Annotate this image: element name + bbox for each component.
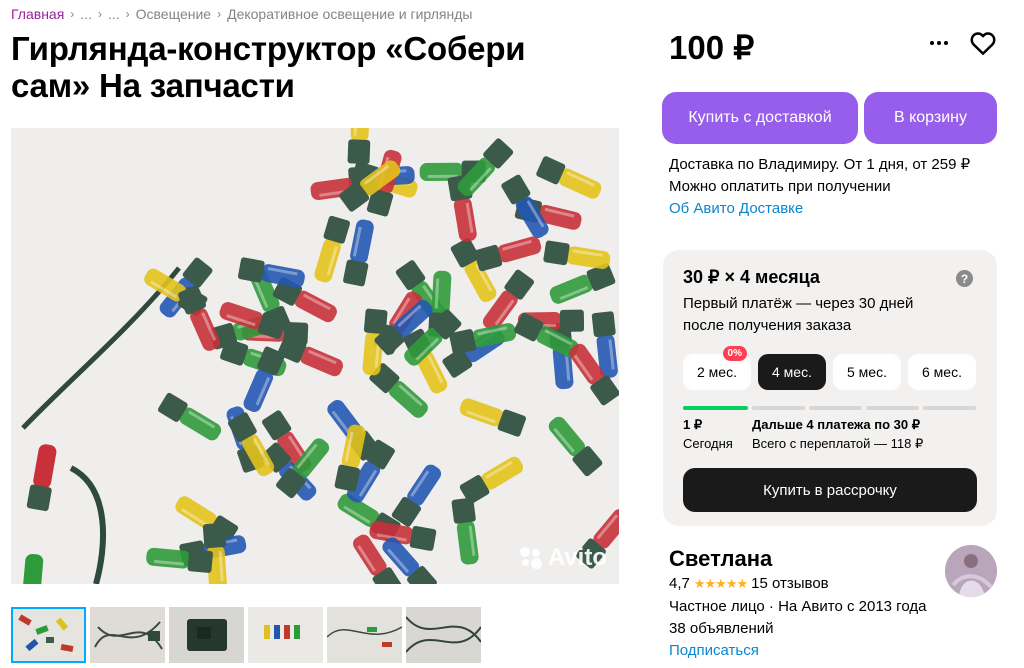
seller-info: Частное лицо · На Авито с 2013 года 38 о… <box>669 596 926 662</box>
thumbnail-6[interactable] <box>406 607 481 663</box>
more-dots-icon[interactable] <box>924 28 954 58</box>
installment-panel: 30 ₽ × 4 месяца ? Первый платёж — через … <box>663 250 997 526</box>
chevron-right-icon: › <box>125 7 130 21</box>
payment-on-receipt: Можно оплатить при получении <box>669 178 891 195</box>
thumbnail-2[interactable] <box>90 607 165 663</box>
subscribe-link[interactable]: Подписаться <box>669 640 926 662</box>
star-icon: ★★★★★ <box>693 575 748 591</box>
progress-segment <box>866 406 919 410</box>
term-selector: 2 мес. 0% 4 мес. 5 мес. 6 мес. <box>683 346 976 390</box>
breadcrumb: Главная › ... › ... › Освещение › Декора… <box>11 6 472 22</box>
installment-title: 30 ₽ × 4 месяца <box>683 267 820 287</box>
delivery-info: Доставка по Владимиру. От 1 дня, от 259 … <box>669 154 970 220</box>
payment-progress <box>683 406 976 410</box>
chevron-right-icon: › <box>97 7 102 21</box>
term-option-2[interactable]: 2 мес. 0% <box>683 346 751 390</box>
rating-value: 4,7 <box>669 575 690 592</box>
price: 100 ₽ <box>669 29 755 66</box>
seller-rating: 4,7 ★★★★★ 15 отзывов <box>669 575 829 592</box>
breadcrumb-collapsed-1[interactable]: ... <box>80 6 92 22</box>
breadcrumb-home[interactable]: Главная <box>11 6 64 22</box>
chevron-right-icon: › <box>70 7 75 21</box>
page-title: Гирлянда-конструктор «Собери сам» На зап… <box>11 30 526 104</box>
breadcrumb-lighting[interactable]: Освещение <box>136 6 211 22</box>
progress-segment <box>809 406 862 410</box>
chevron-right-icon: › <box>217 7 222 21</box>
seller-name[interactable]: Светлана <box>669 546 772 572</box>
garland-bulbs-image <box>11 128 619 584</box>
breadcrumb-collapsed-2[interactable]: ... <box>108 6 120 22</box>
avito-logo-icon <box>519 547 544 569</box>
main-photo[interactable]: Avito <box>11 128 619 584</box>
reviews-link[interactable]: 15 отзывов <box>751 575 829 592</box>
heart-icon[interactable] <box>968 28 998 58</box>
avatar[interactable] <box>945 545 997 597</box>
seller-listings[interactable]: 38 объявлений <box>669 618 926 640</box>
thumbnail-strip <box>11 607 481 663</box>
avito-watermark: Avito <box>519 544 607 572</box>
thumbnail-3[interactable] <box>169 607 244 663</box>
watermark-text: Avito <box>547 544 607 571</box>
question-icon[interactable]: ? <box>956 270 973 287</box>
avito-delivery-link[interactable]: Об Авито Доставке <box>669 198 970 220</box>
first-payment-label: Сегодня <box>683 436 733 451</box>
total-with-overpayment: Всего с переплатой — 118 ₽ <box>752 436 924 451</box>
seller-type: Частное лицо · На Авито с 2013 года <box>669 598 927 615</box>
installment-description: Первый платёж — через 30 дней после полу… <box>683 295 914 334</box>
delivery-line: Доставка по Владимиру. От 1 дня, от 259 … <box>669 156 971 173</box>
add-to-cart-button[interactable]: В корзину <box>864 92 997 144</box>
bulb <box>347 128 371 165</box>
term-option-5[interactable]: 5 мес. <box>833 354 901 390</box>
progress-segment <box>923 406 976 410</box>
buy-with-delivery-button[interactable]: Купить с доставкой <box>662 92 858 144</box>
next-payments-amount: Дальше 4 платежа по 30 ₽ <box>752 417 920 432</box>
progress-segment <box>683 406 748 410</box>
term-option-4[interactable]: 4 мес. <box>758 354 826 390</box>
first-payment-amount: 1 ₽ <box>683 417 703 432</box>
zero-percent-badge: 0% <box>722 346 747 361</box>
progress-segment <box>752 406 805 410</box>
thumbnail-1[interactable] <box>11 607 86 663</box>
term-label: 2 мес. <box>697 364 737 380</box>
thumbnail-4[interactable] <box>248 607 323 663</box>
buy-in-installments-button[interactable]: Купить в рассрочку <box>683 468 977 512</box>
thumbnail-5[interactable] <box>327 607 402 663</box>
breadcrumb-decorative[interactable]: Декоративное освещение и гирлянды <box>227 6 472 22</box>
term-option-6[interactable]: 6 мес. <box>908 354 976 390</box>
